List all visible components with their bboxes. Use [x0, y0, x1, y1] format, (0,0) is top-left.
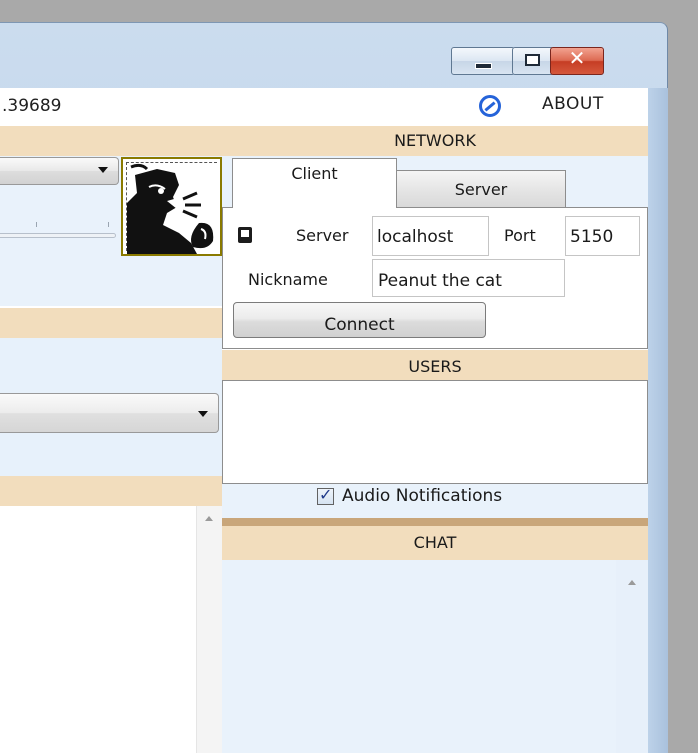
about-link[interactable]: ABOUT [542, 94, 632, 120]
chat-splitter[interactable] [222, 518, 648, 526]
tab-client[interactable]: Client [232, 158, 397, 208]
network-header: NETWORK [222, 126, 648, 156]
scroll-up-icon[interactable] [205, 516, 213, 521]
avatar-focus-border [126, 162, 220, 254]
window-right-border [648, 88, 668, 753]
combo-arrow-icon [98, 167, 108, 173]
minimize-button[interactable] [451, 47, 515, 75]
left-section-header-1 [0, 126, 222, 156]
slider-track[interactable] [0, 222, 116, 238]
tab-client-label: Client [291, 164, 338, 183]
avatar-image[interactable] [121, 157, 222, 256]
server-input[interactable]: localhost [372, 216, 489, 256]
audio-notifications-checkbox[interactable] [317, 485, 334, 505]
users-header: USERS [222, 350, 648, 380]
left-scrollbar[interactable] [196, 506, 222, 753]
maximize-icon [525, 54, 540, 66]
desktop-background [668, 22, 698, 753]
users-list[interactable] [222, 380, 648, 484]
left-combo-box-1[interactable] [0, 157, 119, 185]
nickname-input[interactable]: Peanut the cat [372, 259, 565, 297]
server-label: Server [296, 226, 349, 245]
chat-header: CHAT [222, 526, 648, 560]
tab-server-label: Server [454, 180, 508, 199]
shouting-man-icon [127, 163, 220, 254]
audio-notifications-label[interactable]: Audio Notifications [342, 486, 572, 510]
connect-button[interactable]: Connect [233, 302, 486, 338]
nickname-label: Nickname [248, 270, 328, 289]
maximize-button[interactable] [512, 47, 554, 75]
slider-tick [36, 222, 37, 227]
combo-arrow-icon [198, 411, 208, 417]
left-section-header-3 [0, 476, 222, 506]
left-section-header-2 [0, 308, 222, 338]
tab-server[interactable]: Server [396, 170, 566, 208]
close-button[interactable]: ✕ [550, 46, 604, 75]
left-combo-box-2[interactable] [0, 393, 219, 433]
slider-tick [108, 222, 109, 227]
version-text: .39689 [2, 96, 62, 116]
scroll-up-icon[interactable] [628, 580, 636, 585]
minimize-icon [475, 63, 492, 69]
book-icon[interactable] [238, 227, 252, 243]
about-icon[interactable] [479, 95, 501, 117]
chat-scrollbar[interactable] [616, 560, 648, 753]
close-icon: ✕ [568, 46, 586, 70]
left-text-area[interactable] [0, 506, 196, 753]
port-input[interactable]: 5150 [565, 216, 640, 256]
port-label: Port [504, 226, 536, 245]
chat-log[interactable] [222, 560, 648, 753]
